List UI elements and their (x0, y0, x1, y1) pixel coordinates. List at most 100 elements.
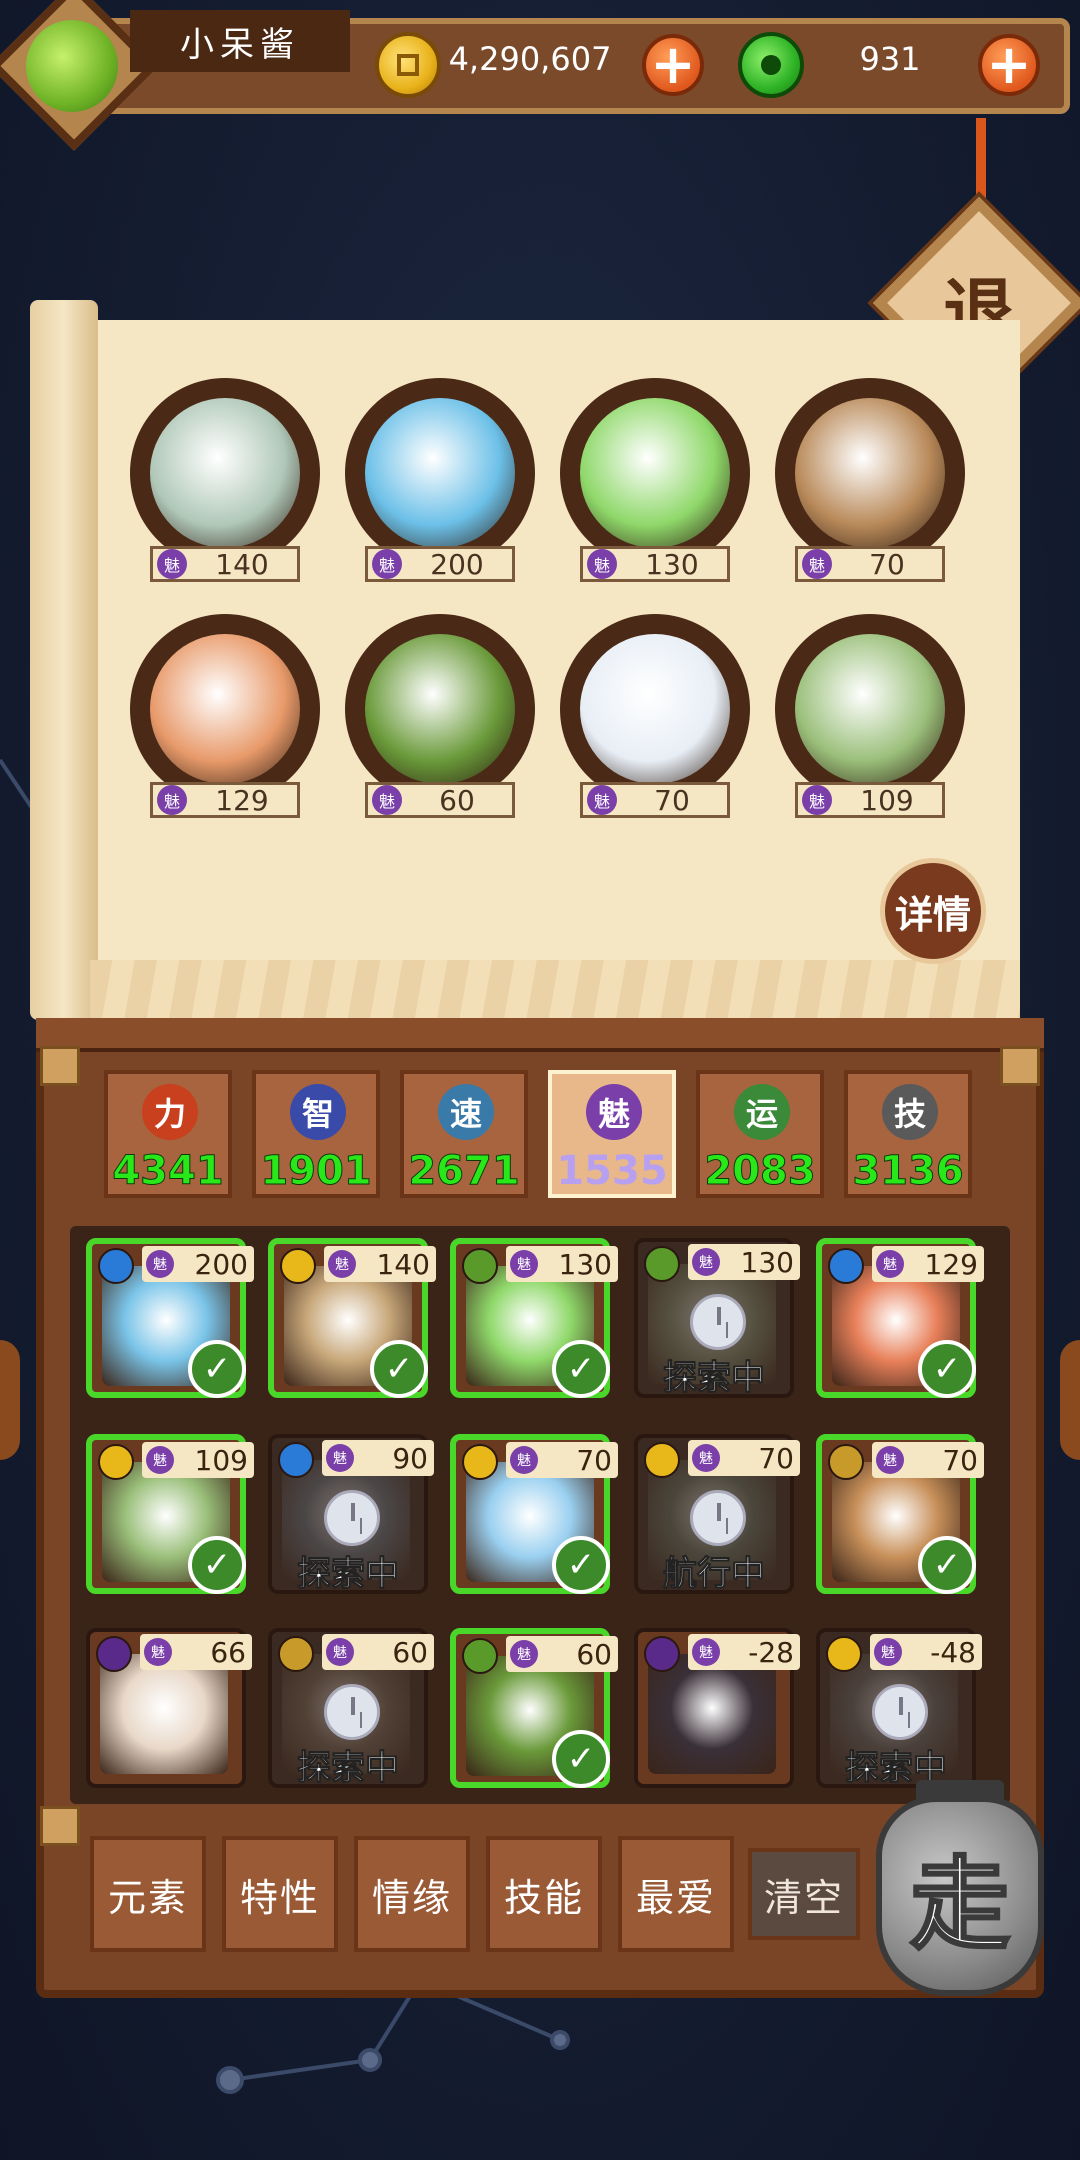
checkmark-icon: ✓ (370, 1340, 428, 1398)
pet-card[interactable]: 魅 -28 (634, 1628, 800, 1788)
charm-icon: 魅 (144, 1638, 172, 1666)
charm-icon: 魅 (372, 549, 402, 579)
team-slot[interactable]: 魅 140 (130, 378, 320, 582)
checkmark-icon: ✓ (918, 1340, 976, 1398)
element-earth-icon (278, 1636, 314, 1672)
team-slot[interactable]: 魅 70 (775, 378, 965, 582)
charm-icon: 魅 (587, 549, 617, 579)
charm-value: 90 (392, 1441, 428, 1475)
left-edge-ornament (0, 1340, 20, 1460)
charm-value: 60 (576, 1637, 612, 1671)
charm-label: 魅 70 (506, 1442, 618, 1478)
jade-amount: 931 (859, 40, 921, 78)
team-slot[interactable]: 魅 60 (345, 614, 535, 818)
stat-tab[interactable]: 运 2083 (696, 1070, 824, 1198)
stat-tab[interactable]: 速 2671 (400, 1070, 528, 1198)
pet-card[interactable]: 魅 200 ✓ (86, 1238, 254, 1398)
stat-tab[interactable]: 技 3136 (844, 1070, 972, 1198)
charm-value: 130 (558, 1247, 612, 1281)
filter-button[interactable]: 最爱 (618, 1836, 734, 1952)
charm-icon: 魅 (326, 1444, 354, 1472)
charm-value: 70 (654, 783, 690, 817)
charm-icon: 魅 (328, 1250, 356, 1278)
pet-card[interactable]: 魅 109 ✓ (86, 1434, 254, 1594)
scroll-roll (30, 300, 98, 1020)
pet-portrait (150, 398, 300, 548)
team-slot[interactable]: 魅 129 (130, 614, 320, 818)
pet-portrait (795, 634, 945, 784)
stat-tab[interactable]: 魅 1535 (548, 1070, 676, 1198)
charm-value: 140 (376, 1247, 430, 1281)
add-jade-button[interactable]: + (978, 34, 1040, 96)
pet-card[interactable]: 魅 70 ✓ (816, 1434, 984, 1594)
filter-button[interactable]: 特性 (222, 1836, 338, 1952)
charm-value: 200 (194, 1247, 248, 1281)
charm-icon: 魅 (876, 1250, 904, 1278)
team-slot[interactable]: 魅 200 (345, 378, 535, 582)
charm-label: 魅 60 (506, 1636, 618, 1672)
element-earth-icon (828, 1444, 864, 1480)
checkmark-icon: ✓ (552, 1730, 610, 1788)
charm-value: 70 (942, 1443, 978, 1477)
charm-value: 70 (758, 1441, 794, 1475)
stat-value: 1535 (556, 1148, 668, 1194)
stat-icon: 智 (290, 1084, 346, 1140)
charm-label: 魅 130 (688, 1244, 800, 1280)
pet-card[interactable]: 魅 66 (86, 1628, 252, 1788)
pet-card[interactable]: 魅 -48 探索中 (816, 1628, 982, 1789)
charm-icon: 魅 (146, 1446, 174, 1474)
clear-filter-button[interactable]: 清空 (748, 1848, 860, 1940)
stat-icon: 力 (142, 1084, 198, 1140)
stat-tab[interactable]: 智 1901 (252, 1070, 380, 1198)
pet-portrait (580, 398, 730, 548)
stat-value: 3136 (852, 1148, 964, 1195)
stat-value: 2083 (704, 1148, 816, 1195)
stat-value: 4341 (112, 1148, 224, 1195)
checkmark-icon: ✓ (918, 1536, 976, 1594)
charm-value: 70 (869, 547, 905, 581)
player-avatar-icon[interactable] (26, 20, 118, 112)
pet-card[interactable]: 魅 140 ✓ (268, 1238, 436, 1398)
go-label[interactable]: 走 (876, 1800, 1044, 1990)
pet-card[interactable]: 魅 60 ✓ (450, 1628, 618, 1788)
pet-portrait (648, 1654, 776, 1774)
pet-card[interactable]: 魅 70 航行中 (634, 1434, 800, 1595)
pet-card[interactable]: 魅 90 探索中 (268, 1434, 434, 1595)
checkmark-icon: ✓ (188, 1536, 246, 1594)
stat-value: 2671 (408, 1148, 520, 1195)
pet-card[interactable]: 魅 129 ✓ (816, 1238, 984, 1398)
charm-label: 魅 -48 (870, 1634, 982, 1670)
gold-amount: 4,290,607 (448, 40, 612, 78)
team-slot[interactable]: 魅 70 (560, 614, 750, 818)
pet-card[interactable]: 魅 70 ✓ (450, 1434, 618, 1594)
charm-value: -28 (748, 1635, 794, 1669)
filter-button[interactable]: 技能 (486, 1836, 602, 1952)
right-edge-ornament (1060, 1340, 1080, 1460)
clock-icon (872, 1684, 928, 1740)
details-button[interactable]: 详情 (880, 858, 986, 964)
charm-value: 70 (576, 1443, 612, 1477)
team-slot[interactable]: 魅 109 (775, 614, 965, 818)
charm-value: 66 (210, 1635, 246, 1669)
charm-icon: 魅 (802, 785, 832, 815)
jade-currency-icon (738, 32, 804, 98)
charm-icon: 魅 (372, 785, 402, 815)
filter-button[interactable]: 情缘 (354, 1836, 470, 1952)
add-gold-button[interactable]: + (642, 34, 704, 96)
pet-card[interactable]: 魅 60 探索中 (268, 1628, 434, 1789)
charm-value: 200 (430, 547, 484, 581)
charm-label: 魅 129 (150, 782, 300, 818)
charm-value: 130 (740, 1245, 794, 1279)
charm-label: 魅 70 (688, 1440, 800, 1476)
team-slot[interactable]: 魅 130 (560, 378, 750, 582)
charm-label: 魅 -28 (688, 1634, 800, 1670)
element-sun-icon (462, 1444, 498, 1480)
pet-card[interactable]: 魅 130 ✓ (450, 1238, 618, 1398)
clock-icon (324, 1490, 380, 1546)
stat-tab[interactable]: 力 4341 (104, 1070, 232, 1198)
pet-portrait (365, 398, 515, 548)
filter-button[interactable]: 元素 (90, 1836, 206, 1952)
pet-card[interactable]: 魅 130 探索中 (634, 1238, 800, 1399)
stat-icon: 运 (734, 1084, 790, 1140)
element-wood-icon (462, 1638, 498, 1674)
